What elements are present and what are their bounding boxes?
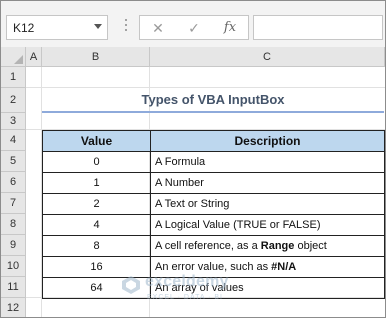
exceldemy-watermark: exceldemy EXCEL · DATA · BI <box>121 273 271 313</box>
header-description[interactable]: Description <box>150 130 385 152</box>
splitter-handle-icon[interactable] <box>124 19 128 35</box>
row-header[interactable]: 2 <box>1 88 26 113</box>
value-cell[interactable]: 0 <box>42 151 151 173</box>
formula-buttons: ✕ ✓ fx <box>139 15 249 40</box>
sheet-title[interactable]: Types of VBA InputBox <box>42 89 384 111</box>
row-header[interactable]: 12 <box>1 298 26 317</box>
grid-line <box>26 87 385 88</box>
row-header[interactable]: 9 <box>1 235 26 256</box>
row-header[interactable]: 1 <box>1 67 26 88</box>
name-box[interactable]: K12 <box>6 15 108 40</box>
description-cell[interactable]: A Formula <box>150 151 385 173</box>
description-text: A cell reference, as a <box>155 240 261 252</box>
row-header[interactable]: 8 <box>1 214 26 235</box>
worksheet-grid: A B C 1 2 3 4 5 6 7 8 9 10 11 12 Types o… <box>1 47 385 317</box>
formula-input[interactable] <box>253 15 383 40</box>
formula-bar: K12 ✕ ✓ fx <box>1 1 385 47</box>
exceldemy-logo-icon <box>122 276 140 294</box>
description-keyword: Range <box>260 240 295 252</box>
row-header[interactable]: 7 <box>1 193 26 214</box>
column-header-c[interactable]: C <box>150 47 385 67</box>
description-keyword: #N/A <box>271 261 297 273</box>
row-header[interactable]: 3 <box>1 113 26 130</box>
excel-window: K12 ✕ ✓ fx A B C 1 2 3 4 5 6 7 8 9 10 11… <box>0 0 386 318</box>
select-all-button[interactable] <box>1 47 26 67</box>
description-text: object <box>294 240 327 252</box>
cancel-icon[interactable]: ✕ <box>146 19 170 37</box>
description-cell[interactable]: A cell reference, as a Range object <box>150 235 385 257</box>
header-value[interactable]: Value <box>42 130 151 152</box>
table-row: 4 A Logical Value (TRUE or FALSE) <box>42 214 385 236</box>
select-all-icon <box>14 55 23 64</box>
value-cell[interactable]: 4 <box>42 214 151 236</box>
description-cell[interactable]: A Text or String <box>150 193 385 215</box>
table-row: 1 A Number <box>42 172 385 194</box>
value-cell[interactable]: 2 <box>42 193 151 215</box>
table-header-row: Value Description <box>42 130 385 152</box>
watermark-tagline: EXCEL · DATA · BI <box>147 294 223 301</box>
row-header[interactable]: 6 <box>1 172 26 193</box>
enter-icon[interactable]: ✓ <box>182 19 206 37</box>
dropdown-arrow-icon[interactable] <box>94 24 102 29</box>
value-cell[interactable]: 8 <box>42 235 151 257</box>
fx-icon[interactable]: fx <box>218 19 242 37</box>
table-row: 8 A cell reference, as a Range object <box>42 235 385 257</box>
value-cell[interactable]: 1 <box>42 172 151 194</box>
column-header-a[interactable]: A <box>26 47 42 67</box>
column-header-b[interactable]: B <box>42 47 150 67</box>
row-header[interactable]: 5 <box>1 151 26 172</box>
row-header[interactable]: 10 <box>1 256 26 277</box>
description-cell[interactable]: A Number <box>150 172 385 194</box>
description-text: An error value, such as <box>155 261 272 273</box>
row-header[interactable]: 11 <box>1 277 26 298</box>
table-row: 0 A Formula <box>42 151 385 173</box>
description-cell[interactable]: A Logical Value (TRUE or FALSE) <box>150 214 385 236</box>
table-row: 2 A Text or String <box>42 193 385 215</box>
watermark-name: exceldemy <box>145 273 229 290</box>
name-box-value: K12 <box>13 21 35 35</box>
row-header[interactable]: 4 <box>1 130 26 151</box>
title-underline <box>42 111 384 113</box>
